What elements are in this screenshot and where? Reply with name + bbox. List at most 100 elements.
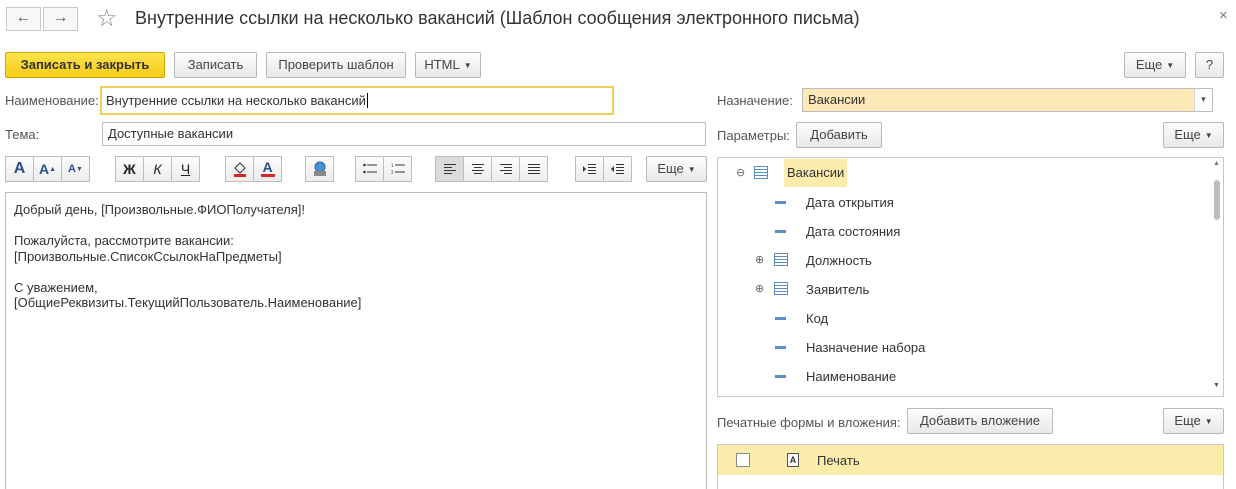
tree-item[interactable]: Должность [806, 246, 872, 275]
fill-color-icon[interactable] [225, 156, 254, 182]
params-more-label: Еще [1174, 127, 1201, 142]
editor-line: С уважением, [14, 279, 98, 295]
align-center-icon[interactable] [463, 156, 492, 182]
chevron-down-icon: ▼ [463, 60, 472, 70]
field-icon [775, 375, 786, 378]
group-icon [754, 166, 768, 179]
attachments-more-label: Еще [1174, 413, 1201, 428]
tree-item[interactable]: Наименование [806, 362, 896, 391]
back-arrow-icon: ← [15, 9, 32, 26]
tree-item[interactable]: Дата открытия [806, 188, 894, 217]
bulleted-list-icon[interactable] [355, 156, 384, 182]
tree-root-vakansii[interactable]: Вакансии [784, 159, 848, 187]
color-group: A [225, 156, 282, 182]
name-input[interactable]: Внутренние ссылки на несколько вакансий [100, 86, 614, 115]
add-parameter-button[interactable]: Добавить [796, 122, 882, 148]
attachments-table[interactable]: A Печать [717, 444, 1224, 489]
save-and-close-button[interactable]: Записать и закрыть [5, 52, 165, 78]
purpose-label: Назначение: [717, 93, 793, 108]
params-more-button[interactable]: Еще ▼ [1163, 122, 1224, 148]
align-justify-icon[interactable] [519, 156, 548, 182]
italic-button[interactable]: К [143, 156, 172, 182]
list-group: 12 [355, 156, 412, 182]
chevron-down-icon: ▼ [687, 164, 696, 174]
expand-icon[interactable]: ⊕ [755, 254, 764, 266]
more-label: Еще [1135, 57, 1163, 72]
html-dropdown-button[interactable]: HTML ▼ [415, 52, 481, 78]
table-row[interactable]: A Печать [718, 445, 1223, 475]
align-right-icon[interactable] [491, 156, 520, 182]
attachment-name: Печать [817, 453, 860, 468]
group-icon [774, 282, 788, 295]
scroll-up-icon[interactable]: ▲ [1213, 160, 1220, 167]
tree-item[interactable]: Заявитель [806, 275, 869, 304]
parameters-tree[interactable] [717, 157, 1224, 397]
back-button[interactable]: ← [6, 7, 41, 31]
collapse-icon[interactable]: ⊖ [736, 167, 745, 179]
purpose-select[interactable]: Вакансии ▼ [802, 88, 1213, 112]
subject-input[interactable]: Доступные вакансии [102, 122, 706, 146]
close-icon[interactable]: × [1219, 7, 1228, 24]
format-more-label: Еще [657, 161, 684, 176]
font-size-group: A A ▲ A ▼ [5, 156, 90, 182]
add-attachment-button[interactable]: Добавить вложение [907, 408, 1053, 434]
save-button[interactable]: Записать [174, 52, 257, 78]
name-value: Внутренние ссылки на несколько вакансий [106, 93, 366, 108]
attachment-checkbox[interactable] [736, 453, 750, 467]
svg-text:2: 2 [391, 170, 394, 175]
attachments-label: Печатные формы и вложения: [717, 415, 901, 430]
field-icon [775, 201, 786, 204]
tree-item[interactable]: Код [806, 304, 828, 333]
check-template-button[interactable]: Проверить шаблон [266, 52, 406, 78]
field-icon [775, 317, 786, 320]
insert-image-icon[interactable] [305, 156, 334, 182]
indent-decrease-icon[interactable] [603, 156, 632, 182]
editor-line: [Произвольные.СписокСсылокНаПредметы] [14, 248, 282, 264]
params-label: Параметры: [717, 128, 790, 143]
indent-increase-icon[interactable] [575, 156, 604, 182]
bold-button[interactable]: Ж [115, 156, 144, 182]
forward-arrow-icon: → [52, 9, 69, 26]
scroll-thumb[interactable] [1214, 180, 1220, 220]
message-editor[interactable]: Добрый день, [Произвольные.ФИОПолучателя… [5, 192, 707, 489]
tree-item[interactable]: Назначение набора [806, 333, 925, 362]
editor-line [14, 264, 698, 280]
purpose-value: Вакансии [808, 92, 866, 107]
attachments-more-button[interactable]: Еще ▼ [1163, 408, 1224, 434]
chevron-down-icon[interactable]: ▼ [1194, 89, 1212, 111]
align-group [435, 156, 548, 182]
help-button[interactable]: ? [1195, 52, 1224, 78]
chevron-down-icon: ▼ [1204, 130, 1213, 140]
document-icon: A [787, 453, 799, 467]
indent-group [575, 156, 632, 182]
svg-text:1: 1 [391, 163, 394, 168]
scroll-down-icon[interactable]: ▼ [1213, 382, 1220, 389]
expand-icon[interactable]: ⊕ [755, 283, 764, 295]
field-icon [775, 346, 786, 349]
font-icon[interactable]: A [5, 156, 34, 182]
favorite-star-icon[interactable]: ☆ [96, 4, 118, 33]
numbered-list-icon[interactable]: 12 [383, 156, 412, 182]
field-icon [775, 230, 786, 233]
font-increase-icon[interactable]: A ▲ [33, 156, 62, 182]
font-decrease-icon[interactable]: A ▼ [61, 156, 90, 182]
subject-label: Тема: [5, 127, 40, 142]
tree-item[interactable]: Дата состояния [806, 217, 900, 246]
text-color-icon[interactable]: A [253, 156, 282, 182]
editor-line: Добрый день, [Произвольные.ФИОПолучателя… [14, 202, 306, 217]
window-title: Внутренние ссылки на несколько вакансий … [135, 8, 860, 28]
format-more-button[interactable]: Еще ▼ [646, 156, 707, 182]
editor-line: [ОбщиеРеквизиты.ТекущийПользователь.Наим… [14, 295, 362, 310]
insert-image-group [305, 156, 334, 182]
chevron-down-icon: ▼ [1204, 416, 1213, 426]
more-button[interactable]: Еще ▼ [1124, 52, 1186, 78]
underline-button[interactable]: Ч [171, 156, 200, 182]
name-label: Наименование: [5, 93, 99, 108]
group-icon [774, 253, 788, 266]
html-label: HTML [424, 57, 460, 72]
chevron-down-icon: ▼ [1166, 60, 1175, 70]
align-left-icon[interactable] [435, 156, 464, 182]
editor-line [14, 218, 698, 234]
tree-scrollbar[interactable]: ▲ ▼ [1211, 158, 1223, 396]
forward-button[interactable]: → [43, 7, 78, 31]
